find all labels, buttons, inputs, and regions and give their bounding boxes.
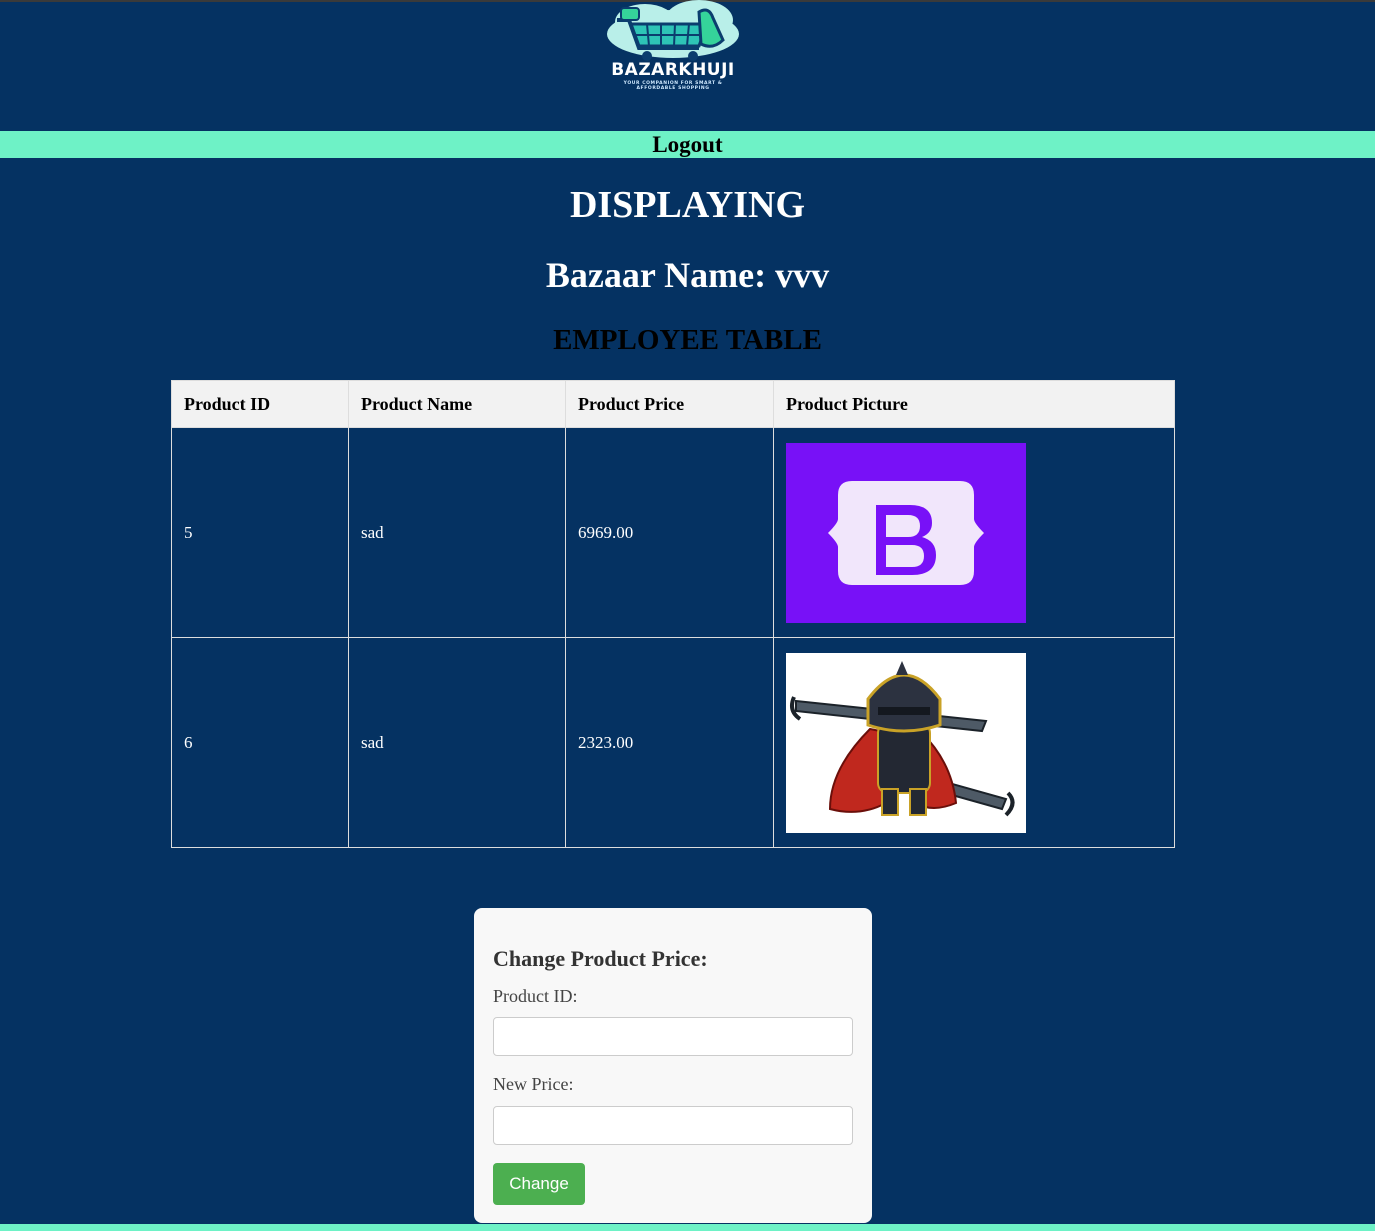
shopping-cart-cloud-icon: [607, 0, 739, 61]
new-price-label: New Price:: [493, 1074, 574, 1094]
product-id-input[interactable]: [493, 1017, 853, 1056]
cell-product-name: sad: [348, 637, 566, 848]
new-price-input[interactable]: [493, 1106, 853, 1145]
column-header-product-id: Product ID: [171, 380, 349, 428]
cell-product-price: 2323.00: [565, 637, 774, 848]
logout-link[interactable]: Logout: [652, 131, 722, 158]
bazaar-name-heading: Bazaar Name: vvv: [545, 255, 830, 295]
cell-product-picture: [773, 427, 1175, 638]
logout-bar: Logout: [0, 131, 1375, 158]
change-price-form: Change Product Price: Product ID: New Pr…: [474, 908, 872, 1223]
table-title: EMPLOYEE TABLE: [553, 324, 822, 356]
column-header-product-price: Product Price: [565, 380, 774, 428]
form-title: Change Product Price:: [493, 946, 708, 971]
bootstrap-logo-image: [786, 442, 1026, 623]
brand-tagline-line2: AFFORDABLE SHOPPING: [636, 86, 710, 91]
cell-product-name: sad: [348, 427, 566, 638]
cell-product-picture: [773, 637, 1175, 848]
product-id-label: Product ID:: [493, 986, 578, 1006]
cell-product-id: 5: [171, 427, 349, 638]
armored-knight-character-image: [786, 652, 1026, 833]
cell-product-id: 6: [171, 637, 349, 848]
product-table: Product ID Product Name Product Price Pr…: [171, 380, 1175, 848]
footer-bar: [0, 1224, 1375, 1231]
table-row: 6 sad 2323.00: [171, 637, 1175, 848]
table-header-row: Product ID Product Name Product Price Pr…: [171, 380, 1175, 428]
cell-product-price: 6969.00: [565, 427, 774, 638]
displaying-heading: DISPLAYING: [569, 184, 806, 226]
column-header-product-picture: Product Picture: [773, 380, 1175, 428]
brand-tagline: YOUR COMPANION FOR SMART & AFFORDABLE SH…: [595, 81, 751, 91]
column-header-product-name: Product Name: [348, 380, 566, 428]
brand-logo[interactable]: BAZARKHUJI YOUR COMPANION FOR SMART & AF…: [595, 0, 755, 102]
brand-name: BAZARKHUJI: [611, 60, 735, 80]
table-row: 5 sad 6969.00: [171, 427, 1175, 638]
site-header: BAZARKHUJI YOUR COMPANION FOR SMART & AF…: [0, 0, 1375, 131]
change-button[interactable]: Change: [493, 1163, 585, 1205]
